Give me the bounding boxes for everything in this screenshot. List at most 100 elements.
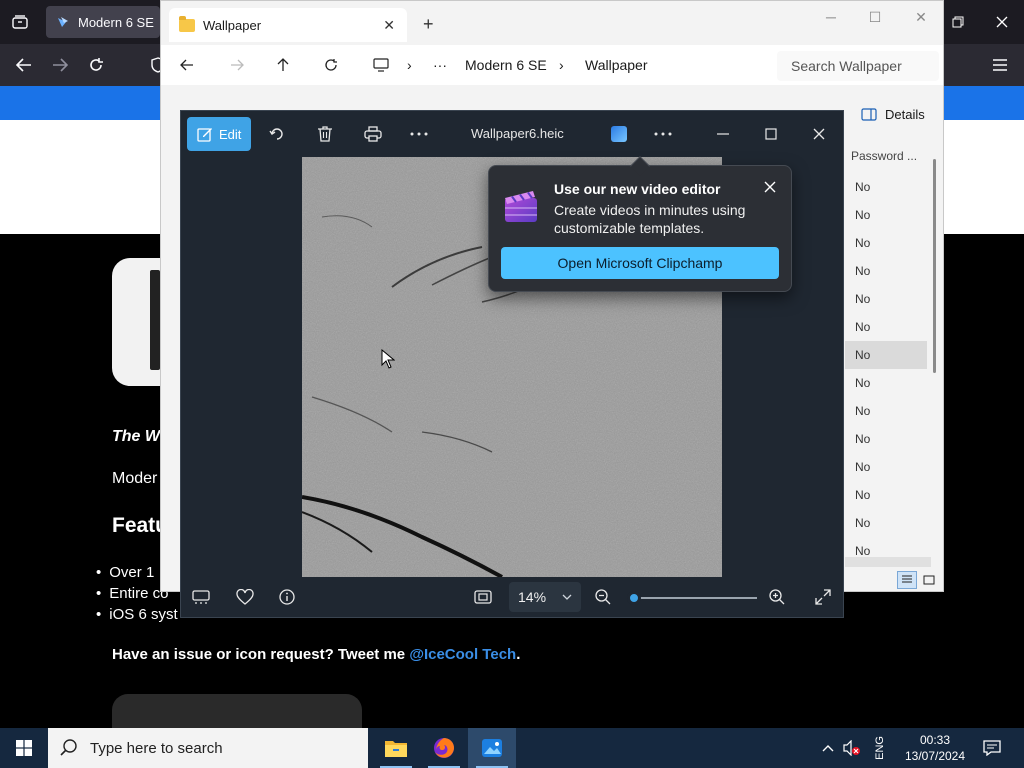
clipchamp-logo-icon: [503, 188, 539, 224]
zoom-level-value: 14%: [518, 589, 547, 605]
file-explorer-taskbar-icon[interactable]: [372, 728, 420, 768]
photo-file-name: Wallpaper6.heic: [471, 126, 564, 141]
up-arrow-icon[interactable]: [273, 55, 293, 75]
more-options-icon[interactable]: [651, 122, 675, 146]
file-row-password-value[interactable]: No: [845, 257, 927, 285]
clock-date: 13/07/2024: [904, 749, 966, 763]
file-row-password-value[interactable]: No: [845, 481, 927, 509]
edit-image-icon: [197, 128, 212, 142]
column-header-password[interactable]: Password ...: [851, 149, 917, 163]
explorer-close-icon[interactable]: ✕: [911, 8, 931, 26]
clipchamp-badge-icon[interactable]: [611, 126, 627, 142]
minimize-icon[interactable]: [711, 122, 735, 146]
edit-label: Edit: [219, 126, 242, 142]
forward-arrow-icon[interactable]: [48, 53, 72, 77]
details-label: Details: [885, 107, 925, 122]
print-icon[interactable]: [361, 122, 385, 146]
icecool-tech-link[interactable]: @IceCool Tech: [409, 646, 516, 663]
maximize-icon[interactable]: [759, 122, 783, 146]
back-arrow-icon[interactable]: [177, 55, 197, 75]
more-options-icon[interactable]: [407, 122, 431, 146]
breadcrumb-wallpaper[interactable]: Wallpaper: [585, 57, 648, 73]
taskbar-search-box[interactable]: Type here to search: [48, 728, 368, 768]
zoom-out-icon[interactable]: [591, 585, 615, 609]
edit-button[interactable]: Edit: [187, 117, 251, 151]
details-view-icon[interactable]: [897, 571, 917, 589]
explorer-tab-label: Wallpaper: [203, 17, 262, 33]
volume-muted-icon[interactable]: [842, 738, 862, 758]
explorer-minimize-icon[interactable]: ─: [821, 8, 841, 26]
tab-overview-icon[interactable]: [8, 10, 32, 34]
breadcrumb-modern6se[interactable]: Modern 6 SE: [465, 57, 547, 73]
info-icon[interactable]: [275, 585, 299, 609]
new-tab-icon[interactable]: +: [423, 14, 434, 35]
explorer-tab-wallpaper[interactable]: Wallpaper ✕: [169, 8, 407, 42]
close-tab-icon[interactable]: ✕: [383, 17, 395, 34]
large-icons-view-icon[interactable]: [919, 571, 939, 589]
navigation-pane: [161, 121, 181, 561]
start-button-windows-icon[interactable]: [0, 728, 48, 768]
file-row-password-value[interactable]: No: [845, 341, 927, 369]
open-clipchamp-button[interactable]: Open Microsoft Clipchamp: [501, 247, 779, 279]
file-row-password-value[interactable]: No: [845, 453, 927, 481]
folder-icon: [179, 15, 195, 32]
photos-taskbar-icon[interactable]: [468, 728, 516, 768]
notifications-icon[interactable]: [982, 738, 1002, 758]
delete-icon[interactable]: [313, 122, 337, 146]
firefox-taskbar-icon[interactable]: [420, 728, 468, 768]
taskbar-search-placeholder: Type here to search: [90, 739, 223, 757]
zoom-level-dropdown[interactable]: 14%: [509, 582, 581, 612]
zoom-slider-thumb[interactable]: [626, 591, 641, 605]
photos-bottom-bar: 14%: [181, 577, 843, 617]
file-row-password-value[interactable]: No: [845, 313, 927, 341]
forward-arrow-icon[interactable]: [227, 55, 247, 75]
file-row-password-value[interactable]: No: [845, 425, 927, 453]
show-hidden-icons-chevron-up-icon[interactable]: [818, 738, 838, 758]
horizontal-scrollbar[interactable]: [845, 557, 931, 567]
reload-icon[interactable]: [84, 53, 108, 77]
file-row-password-value[interactable]: No: [845, 397, 927, 425]
back-arrow-icon[interactable]: [12, 53, 36, 77]
page-italic-heading: The W: [112, 428, 160, 445]
clipchamp-promo-popup: Use our new video editor Create videos i…: [488, 156, 792, 292]
explorer-search-input[interactable]: Search Wallpaper: [777, 51, 939, 81]
file-row-password-value[interactable]: No: [845, 173, 927, 201]
file-row-password-value[interactable]: No: [845, 285, 927, 313]
file-row-password-value[interactable]: No: [845, 201, 927, 229]
mouse-cursor-icon: [381, 349, 395, 369]
breadcrumb-overflow-icon[interactable]: ···: [433, 57, 447, 73]
explorer-maximize-icon[interactable]: ☐: [865, 8, 885, 26]
zoom-slider[interactable]: [626, 591, 757, 605]
zoom-in-icon[interactable]: [765, 585, 789, 609]
input-language[interactable]: ENG: [874, 736, 886, 760]
search-icon: [60, 739, 77, 756]
file-row-password-value[interactable]: No: [845, 509, 927, 537]
browser-restore-icon[interactable]: [946, 10, 970, 34]
clock[interactable]: 00:33 13/07/2024: [900, 732, 970, 764]
browser-close-icon[interactable]: [990, 10, 1014, 34]
issue-text: Have an issue or icon request? Tweet me: [112, 646, 410, 663]
photos-toolbar: Edit Wallpaper6.heic: [181, 111, 843, 157]
close-icon[interactable]: [761, 178, 779, 196]
refresh-icon[interactable]: [321, 55, 341, 75]
clock-time: 00:33: [919, 733, 951, 747]
file-list: No No No No No No No No No No No No No No: [845, 173, 927, 565]
browser-tab-modern6se[interactable]: Modern 6 SE: [46, 6, 160, 38]
actual-size-icon[interactable]: [471, 585, 495, 609]
hamburger-menu-icon[interactable]: [988, 53, 1012, 77]
rotate-icon[interactable]: [265, 122, 289, 146]
browser-tab-label: Modern 6 SE: [78, 14, 154, 30]
close-icon[interactable]: [807, 122, 831, 146]
vertical-scrollbar[interactable]: [933, 159, 936, 373]
file-row-password-value[interactable]: No: [845, 369, 927, 397]
details-pane-icon: [861, 108, 877, 121]
file-row-password-value[interactable]: No: [845, 229, 927, 257]
breadcrumb-chevron-icon: ›: [559, 57, 564, 73]
this-pc-icon[interactable]: [371, 55, 391, 75]
taskbar: Type here to search ENG 00:33 13/07/2024: [0, 728, 1024, 768]
details-pane-button[interactable]: Details: [861, 107, 925, 122]
filmstrip-icon[interactable]: [189, 585, 213, 609]
popup-title: Use our new video editor: [554, 181, 721, 197]
fullscreen-icon[interactable]: [811, 585, 835, 609]
favorite-heart-icon[interactable]: [233, 585, 257, 609]
